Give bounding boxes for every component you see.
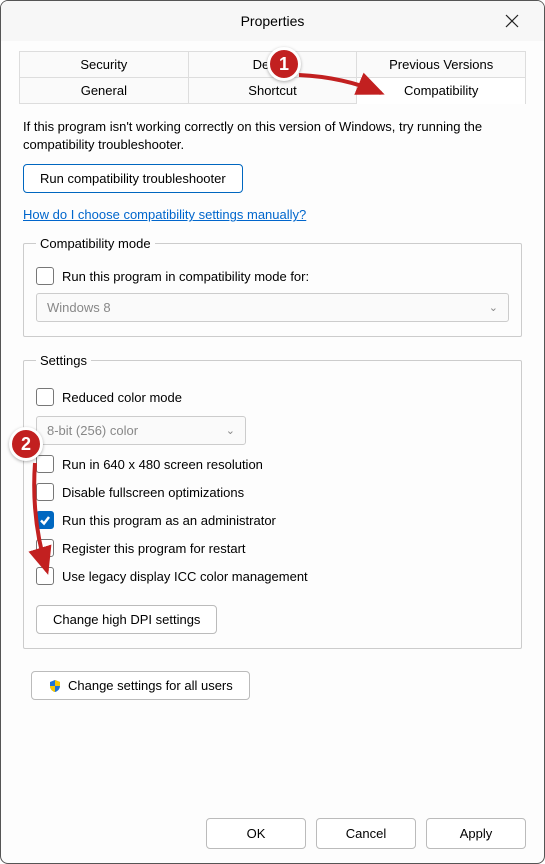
annotation-badge-1: 1: [267, 47, 301, 81]
chevron-down-icon: ⌄: [226, 424, 235, 437]
ok-button[interactable]: OK: [206, 818, 306, 849]
dialog-footer: OK Cancel Apply: [206, 818, 526, 849]
legacy-icc-label: Use legacy display ICC color management: [62, 569, 308, 584]
change-dpi-button[interactable]: Change high DPI settings: [36, 605, 217, 634]
help-link[interactable]: How do I choose compatibility settings m…: [23, 207, 306, 222]
button-label: OK: [247, 826, 266, 841]
close-icon: [505, 14, 519, 28]
tab-security[interactable]: Security: [20, 52, 189, 78]
button-label: Change high DPI settings: [53, 612, 200, 627]
tab-content: If this program isn't working correctly …: [1, 104, 544, 700]
reduced-color-label: Reduced color mode: [62, 390, 182, 405]
select-value: 8-bit (256) color: [47, 423, 138, 438]
button-label: Apply: [460, 826, 493, 841]
run-as-admin-label: Run this program as an administrator: [62, 513, 276, 528]
disable-fullscreen-label: Disable fullscreen optimizations: [62, 485, 244, 500]
close-button[interactable]: [492, 1, 532, 41]
change-all-users-button[interactable]: Change settings for all users: [31, 671, 250, 700]
button-label: Cancel: [346, 826, 386, 841]
select-value: Windows 8: [47, 300, 111, 315]
button-label: Change settings for all users: [68, 678, 233, 693]
compat-mode-checkbox[interactable]: [36, 267, 54, 285]
window-title: Properties: [13, 13, 492, 29]
settings-group: Settings Reduced color mode 8-bit (256) …: [23, 353, 522, 649]
chevron-down-icon: ⌄: [489, 301, 498, 314]
compat-mode-select[interactable]: Windows 8 ⌄: [36, 293, 509, 322]
properties-window: Properties Security Details Previous Ver…: [0, 0, 545, 864]
button-label: Run compatibility troubleshooter: [40, 171, 226, 186]
apply-button[interactable]: Apply: [426, 818, 526, 849]
run-640-label: Run in 640 x 480 screen resolution: [62, 457, 263, 472]
intro-text: If this program isn't working correctly …: [23, 118, 522, 154]
compat-mode-group: Compatibility mode Run this program in c…: [23, 236, 522, 337]
cancel-button[interactable]: Cancel: [316, 818, 416, 849]
titlebar: Properties: [1, 1, 544, 41]
settings-legend: Settings: [36, 353, 91, 368]
shield-icon: [48, 679, 62, 693]
color-depth-select[interactable]: 8-bit (256) color ⌄: [36, 416, 246, 445]
run-troubleshooter-button[interactable]: Run compatibility troubleshooter: [23, 164, 243, 193]
annotation-badge-2: 2: [9, 427, 43, 461]
register-restart-label: Register this program for restart: [62, 541, 246, 556]
annotation-arrow-2: [25, 459, 65, 579]
compat-mode-legend: Compatibility mode: [36, 236, 155, 251]
tab-general[interactable]: General: [20, 78, 189, 104]
annotation-arrow-1: [293, 65, 393, 105]
reduced-color-checkbox[interactable]: [36, 388, 54, 406]
compat-mode-label: Run this program in compatibility mode f…: [62, 269, 309, 284]
